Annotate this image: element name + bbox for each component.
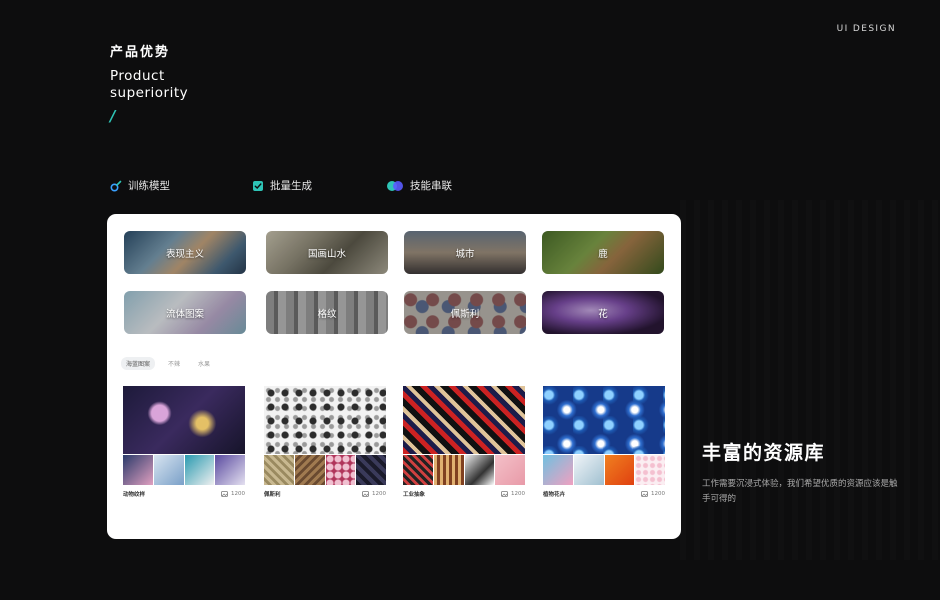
- collection-card[interactable]: 佩斯利 1200: [264, 386, 386, 498]
- collection-name: 植物花卉: [543, 492, 566, 498]
- collection-thumbnails: [543, 455, 665, 485]
- category-label: 鹿: [598, 248, 608, 260]
- feature-list: 训练模型 批量生成 技能串联: [110, 178, 510, 194]
- collection-count-value: 1200: [231, 491, 245, 497]
- section-title-en: Product superiority: [110, 68, 188, 102]
- thumbnail: [464, 455, 495, 485]
- collection-card[interactable]: 工业抽象 1200: [403, 386, 525, 498]
- feature-skill-chain[interactable]: 技能串联: [386, 178, 452, 193]
- toggle-dots-icon: [387, 180, 403, 191]
- thumbnail: [495, 455, 525, 485]
- collection-cover-image: [403, 386, 525, 454]
- tab-not-spicy[interactable]: 不辣: [163, 357, 185, 370]
- tab-ocean-pattern[interactable]: 海蓝图案: [121, 357, 156, 370]
- collection-card[interactable]: 植物花卉 1200: [543, 386, 665, 498]
- collection-count-value: 1200: [511, 491, 525, 497]
- model-training-icon: [110, 180, 122, 192]
- category-card[interactable]: 流体图案: [124, 291, 246, 334]
- thumbnail: [184, 455, 215, 485]
- thumbnail: [215, 455, 245, 485]
- collection-name: 工业抽象: [403, 492, 426, 498]
- image-icon: [362, 491, 369, 497]
- feature-label: 训练模型: [128, 180, 170, 192]
- category-card[interactable]: 佩斯利: [404, 291, 526, 334]
- section-title-en-line2: superiority: [110, 85, 189, 101]
- thumbnail: [604, 455, 635, 485]
- pattern-tabs: 海蓝图案 不辣 水果: [121, 357, 215, 370]
- collection-meta: 动物纹样 1200: [123, 490, 245, 498]
- category-label: 流体图案: [165, 308, 204, 320]
- image-icon: [221, 491, 228, 497]
- collection-name: 佩斯利: [264, 492, 281, 498]
- collection-count: 1200: [221, 491, 245, 497]
- collection-count: 1200: [362, 491, 386, 497]
- accent-slash: /: [110, 107, 116, 125]
- collection-count: 1200: [501, 491, 525, 497]
- category-card[interactable]: 鹿: [542, 231, 664, 274]
- collection-thumbnails: [123, 455, 245, 485]
- thumbnail: [543, 455, 573, 485]
- thumbnail: [264, 455, 294, 485]
- thumbnail: [325, 455, 356, 485]
- thumbnail: [153, 455, 184, 485]
- thumbnail: [294, 455, 325, 485]
- category-label: 城市: [455, 248, 475, 260]
- resource-library-panel: 表现主义 国画山水 城市 鹿 流体图案 格纹 佩斯利 花 海蓝图案 不辣 水果 …: [107, 214, 681, 539]
- tab-fruit[interactable]: 水果: [193, 357, 215, 370]
- image-icon: [501, 491, 508, 497]
- category-label: 格纹: [317, 308, 337, 320]
- section-title-en-line1: Product: [110, 68, 165, 84]
- thumbnail: [403, 455, 433, 485]
- category-card[interactable]: 城市: [404, 231, 526, 274]
- feature-label: 批量生成: [270, 180, 312, 192]
- resource-library-title: 丰富的资源库: [702, 442, 826, 464]
- category-card[interactable]: 花: [542, 291, 664, 334]
- collection-card[interactable]: 动物纹样 1200: [123, 386, 245, 498]
- feature-train-model[interactable]: 训练模型: [110, 178, 170, 193]
- collection-count: 1200: [641, 491, 665, 497]
- collection-name: 动物纹样: [123, 492, 146, 498]
- category-label: 花: [598, 308, 608, 320]
- section-title-cn: 产品优势: [110, 45, 171, 60]
- collection-meta: 佩斯利 1200: [264, 490, 386, 498]
- category-label: 佩斯利: [450, 308, 480, 320]
- category-card[interactable]: 格纹: [266, 291, 388, 334]
- image-icon: [641, 491, 648, 497]
- collection-thumbnails: [403, 455, 525, 485]
- thumbnail: [123, 455, 153, 485]
- collection-meta: 工业抽象 1200: [403, 490, 525, 498]
- collection-cover-image: [264, 386, 386, 454]
- brand-tag: UI DESIGN: [836, 24, 896, 34]
- thumbnail: [356, 455, 386, 485]
- resource-library-description: 工作需要沉浸式体验，我们希望优质的资源应该是触手可得的: [702, 479, 898, 504]
- collection-cover-image: [543, 386, 665, 454]
- collection-thumbnails: [264, 455, 386, 485]
- thumbnail: [573, 455, 604, 485]
- feature-label: 技能串联: [410, 180, 452, 192]
- category-label: 表现主义: [165, 248, 204, 260]
- thumbnail: [433, 455, 464, 485]
- feature-batch-generate[interactable]: 批量生成: [252, 178, 312, 193]
- category-card[interactable]: 国画山水: [266, 231, 388, 274]
- category-label: 国画山水: [307, 248, 346, 260]
- checkbox-icon: [253, 180, 263, 191]
- collection-meta: 植物花卉 1200: [543, 490, 665, 498]
- collection-count-value: 1200: [651, 491, 665, 497]
- collection-cover-image: [123, 386, 245, 454]
- category-card[interactable]: 表现主义: [124, 231, 246, 274]
- collection-count-value: 1200: [372, 491, 386, 497]
- thumbnail: [635, 455, 665, 485]
